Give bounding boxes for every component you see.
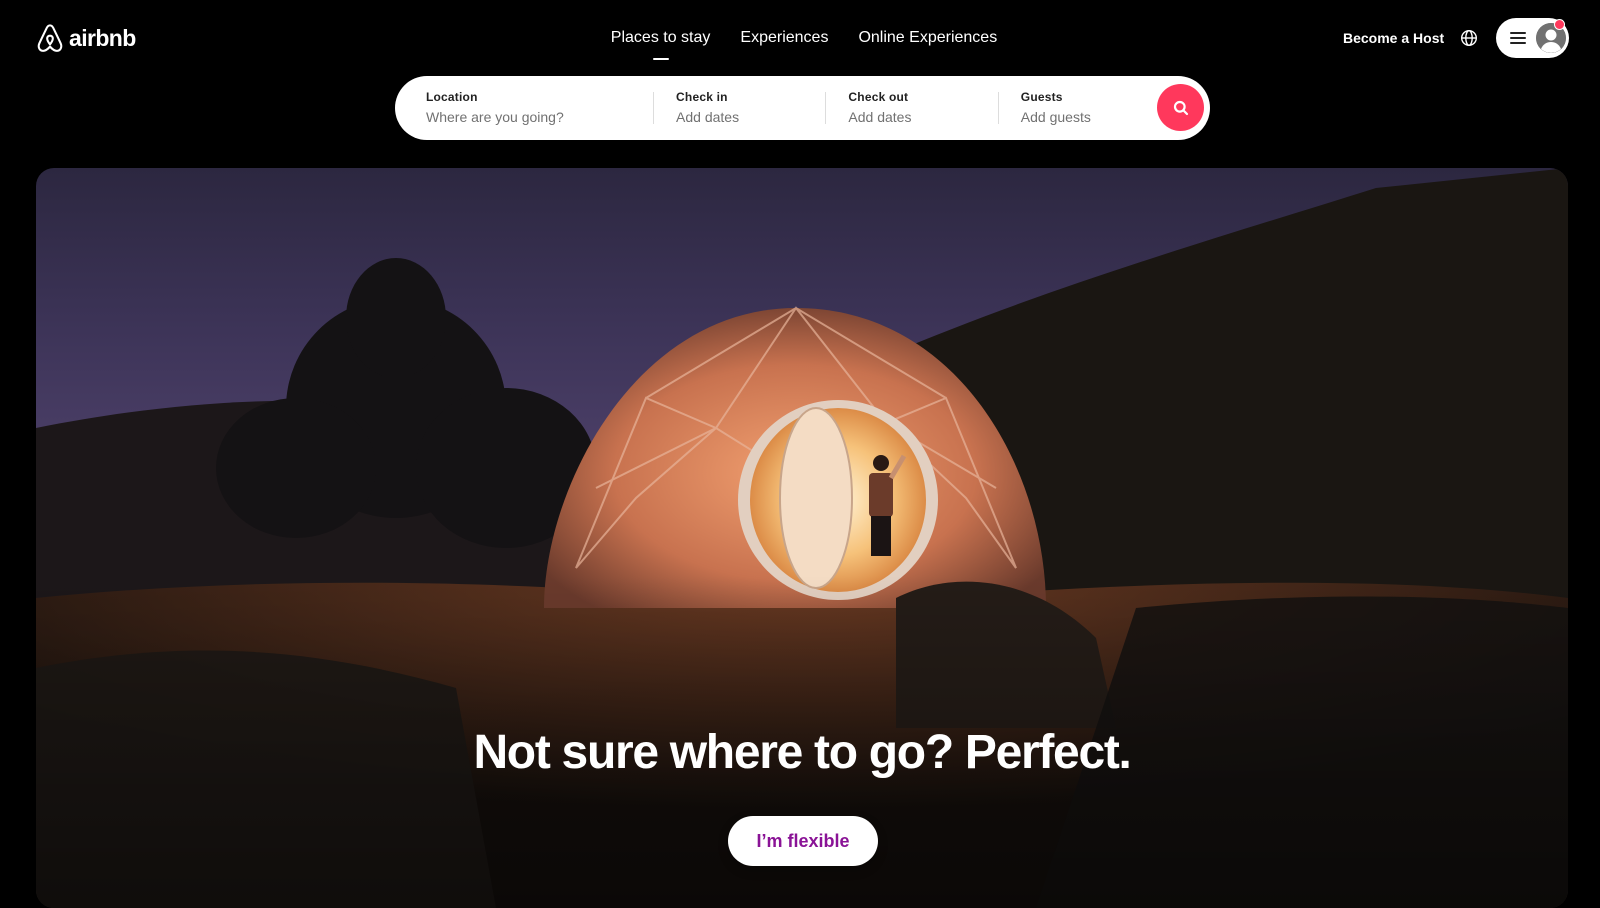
check-out-value: Add dates — [848, 109, 912, 125]
check-in-field[interactable]: Check in Add dates — [654, 76, 825, 140]
nav-places-to-stay[interactable]: Places to stay — [611, 26, 711, 50]
im-flexible-button[interactable]: I’m flexible — [728, 816, 878, 866]
check-in-value: Add dates — [676, 109, 740, 125]
search-button[interactable] — [1157, 84, 1204, 131]
location-label: Location — [426, 90, 478, 104]
check-out-field[interactable]: Check out Add dates — [826, 76, 997, 140]
hero-headline: Not sure where to go? Perfect. — [473, 726, 1131, 779]
hamburger-icon — [1510, 32, 1526, 44]
become-a-host-link[interactable]: Become a Host — [1343, 28, 1444, 48]
check-out-label: Check out — [848, 90, 909, 104]
check-in-label: Check in — [676, 90, 728, 104]
search-icon — [1173, 100, 1188, 115]
location-field[interactable]: Location — [395, 76, 653, 140]
top-header: airbnb Places to stay Experiences Online… — [0, 0, 1600, 80]
location-input[interactable] — [426, 107, 626, 127]
nav-online-experiences[interactable]: Online Experiences — [858, 26, 997, 50]
hero-banner: Not sure where to go? Perfect. I’m flexi… — [36, 168, 1568, 908]
nav-experiences[interactable]: Experiences — [740, 26, 828, 50]
hero-overlay — [36, 168, 1568, 908]
notification-badge — [1554, 19, 1565, 30]
globe-icon[interactable] — [1460, 29, 1478, 47]
search-bar: Location Check in Add dates Check out Ad… — [395, 76, 1210, 140]
